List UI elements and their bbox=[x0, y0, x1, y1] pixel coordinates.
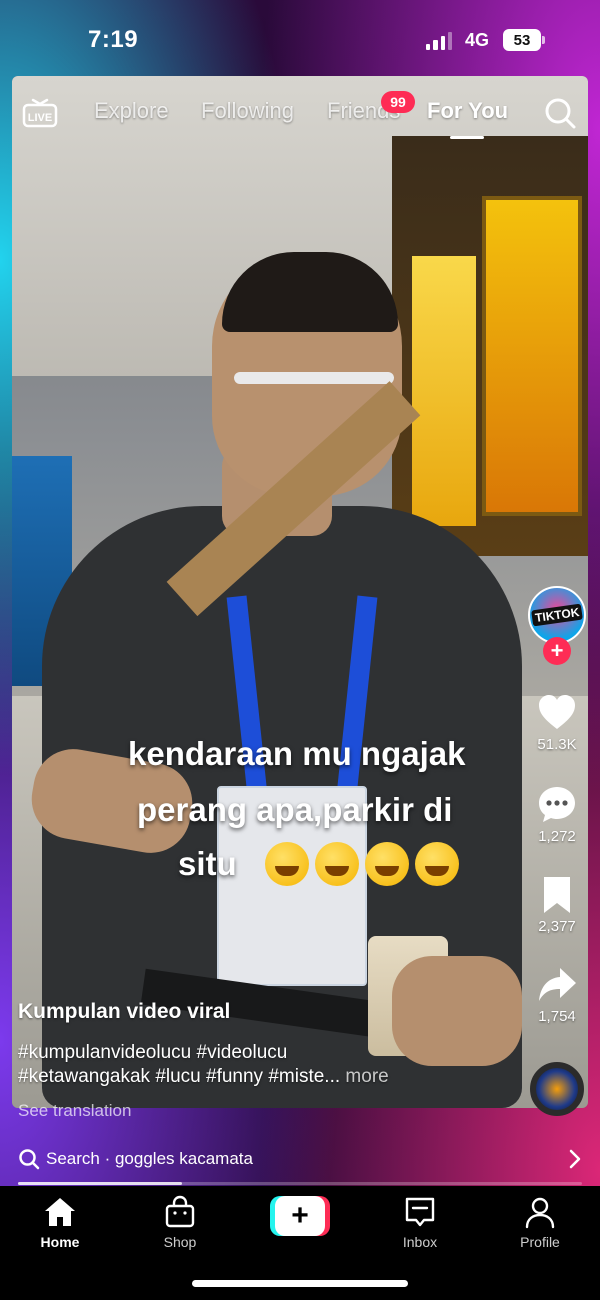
nav-shop[interactable]: Shop bbox=[135, 1194, 225, 1250]
inbox-icon bbox=[402, 1194, 438, 1230]
share-count: 1,754 bbox=[538, 1008, 576, 1025]
music-disc[interactable] bbox=[530, 1062, 584, 1116]
plus-icon: + bbox=[275, 1196, 325, 1236]
rofl-emoji-icon bbox=[315, 842, 359, 886]
person-arm-right bbox=[392, 956, 522, 1066]
live-icon[interactable]: LIVE bbox=[22, 96, 58, 128]
status-time: 7:19 bbox=[88, 26, 139, 53]
share-button[interactable]: 1,754 bbox=[528, 964, 586, 1025]
hand-over-mouth-emoji-icon bbox=[265, 842, 309, 886]
scene-poster bbox=[412, 256, 476, 526]
nav-inbox-label: Inbox bbox=[402, 1234, 438, 1250]
see-translation-link[interactable]: See translation bbox=[18, 1101, 131, 1121]
tab-following[interactable]: Following bbox=[201, 98, 294, 124]
scene-poster-large bbox=[482, 196, 582, 516]
live-label: LIVE bbox=[28, 112, 52, 124]
nav-profile[interactable]: Profile bbox=[495, 1194, 585, 1250]
nav-shop-label: Shop bbox=[163, 1234, 197, 1250]
rofl-emoji-icon bbox=[415, 842, 459, 886]
battery-level: 53 bbox=[513, 31, 531, 49]
related-search-bar[interactable]: Search · goggles kacamata bbox=[0, 1134, 600, 1184]
related-search-text: Search · goggles kacamata bbox=[46, 1149, 253, 1168]
rofl-emoji-icon bbox=[365, 842, 409, 886]
heart-icon bbox=[536, 692, 578, 734]
chevron-right-icon bbox=[566, 1148, 584, 1170]
tab-explore[interactable]: Explore bbox=[94, 98, 169, 124]
friends-notification-badge: 99 bbox=[381, 91, 415, 113]
battery-icon: 53 bbox=[503, 29, 541, 51]
post-hashtags[interactable]: #kumpulanvideolucu #videolucu bbox=[18, 1042, 287, 1064]
author-name[interactable]: Kumpulan video viral bbox=[18, 1000, 230, 1024]
home-icon bbox=[42, 1194, 78, 1230]
comment-button[interactable]: 1,272 bbox=[528, 784, 586, 845]
video-progress-bar[interactable] bbox=[18, 1182, 582, 1185]
comment-count: 1,272 bbox=[538, 828, 576, 845]
follow-button[interactable]: + bbox=[543, 637, 571, 665]
shopping-bag-icon bbox=[162, 1194, 198, 1230]
create-button[interactable]: + bbox=[270, 1196, 330, 1236]
bookmark-icon bbox=[536, 874, 578, 916]
video-progress-fill bbox=[18, 1182, 182, 1185]
battery-nub bbox=[542, 36, 545, 44]
nav-home-label: Home bbox=[40, 1234, 80, 1250]
active-tab-indicator bbox=[450, 136, 484, 139]
nav-inbox[interactable]: Inbox bbox=[375, 1194, 465, 1250]
comment-icon bbox=[536, 784, 578, 826]
tab-for-you[interactable]: For You bbox=[427, 98, 508, 124]
home-indicator bbox=[192, 1280, 408, 1287]
emoji-row bbox=[265, 842, 459, 886]
top-tabs: LIVE Explore Following Friends 99 For Yo… bbox=[0, 88, 600, 144]
overlay-caption-line: kendaraan mu ngajak bbox=[128, 735, 466, 772]
status-bar: 7:19 4G 53 bbox=[0, 0, 600, 70]
more-link[interactable]: more bbox=[345, 1066, 388, 1087]
nav-home[interactable]: Home bbox=[15, 1194, 105, 1250]
post-hashtags[interactable]: #ketawangakak #lucu #funny #miste... mor… bbox=[18, 1066, 389, 1088]
nav-profile-label: Profile bbox=[520, 1234, 560, 1250]
save-count: 2,377 bbox=[538, 918, 576, 935]
profile-icon bbox=[522, 1194, 558, 1230]
creator-avatar[interactable]: TIKTOK bbox=[528, 586, 586, 644]
person-glasses bbox=[234, 372, 394, 384]
save-button[interactable]: 2,377 bbox=[528, 874, 586, 935]
video-player[interactable] bbox=[12, 76, 588, 1108]
creator-avatar-text: TIKTOK bbox=[530, 603, 584, 627]
overlay-caption-line: situ bbox=[178, 845, 237, 882]
post-hashtags-text: #ketawangakak #lucu #funny #miste... bbox=[18, 1066, 341, 1087]
search-icon bbox=[18, 1148, 40, 1170]
share-arrow-icon bbox=[536, 964, 578, 1006]
signal-icon bbox=[426, 32, 452, 50]
like-count: 51.3K bbox=[537, 736, 577, 753]
network-type: 4G bbox=[465, 30, 490, 50]
search-icon[interactable] bbox=[543, 96, 577, 130]
like-button[interactable]: 51.3K bbox=[528, 692, 586, 753]
overlay-caption-line: perang apa,parkir di bbox=[137, 791, 453, 828]
